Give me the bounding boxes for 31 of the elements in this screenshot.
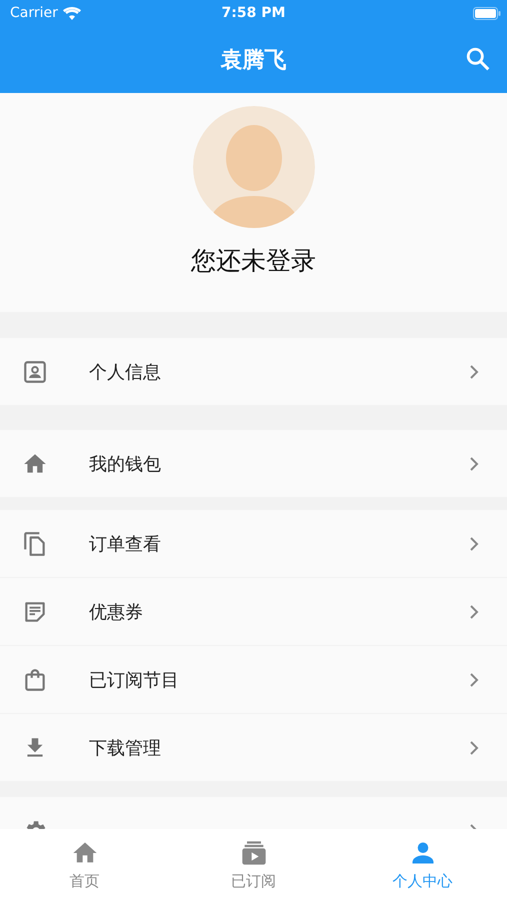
contact-card-icon [22, 358, 48, 384]
search-icon[interactable] [465, 46, 491, 72]
menu-label: 下载管理 [89, 736, 162, 760]
menu-row[interactable]: 已订阅节目 [0, 646, 507, 713]
app-title: 袁腾飞 [220, 46, 286, 74]
copy-icon [22, 530, 48, 556]
chevron-right-icon [469, 456, 479, 472]
chevron-right-icon [469, 604, 479, 620]
video-stack-icon [240, 839, 268, 867]
carrier-name: Carrier [10, 5, 58, 21]
tab-button[interactable]: 首页 [0, 829, 169, 900]
wifi-icon [62, 6, 81, 20]
chevron-right-icon [469, 364, 479, 380]
chevron-right-icon [469, 672, 479, 688]
menu-row[interactable]: 订单查看 [0, 510, 507, 577]
menu-row[interactable]: 我的钱包 [0, 430, 507, 497]
status-time: 7:58 PM [222, 5, 286, 21]
chevron-right-icon [469, 740, 479, 756]
avatar[interactable] [192, 106, 314, 228]
menu-label: 优惠券 [89, 600, 144, 624]
login-prompt[interactable]: 您还未登录 [191, 244, 316, 277]
menu-row[interactable]: 优惠券 [0, 578, 507, 645]
tab-button[interactable]: 已订阅 [169, 829, 338, 900]
menu-row[interactable]: 个人信息 [0, 338, 507, 405]
battery-icon [473, 6, 501, 20]
menu-label: 已订阅节目 [89, 668, 180, 692]
menu-label: 我的钱包 [89, 452, 162, 476]
menu-label: 订单查看 [89, 532, 162, 556]
chevron-right-icon [469, 536, 479, 552]
menu-row[interactable]: 下载管理 [0, 714, 507, 781]
menu-label: 个人信息 [89, 360, 162, 384]
